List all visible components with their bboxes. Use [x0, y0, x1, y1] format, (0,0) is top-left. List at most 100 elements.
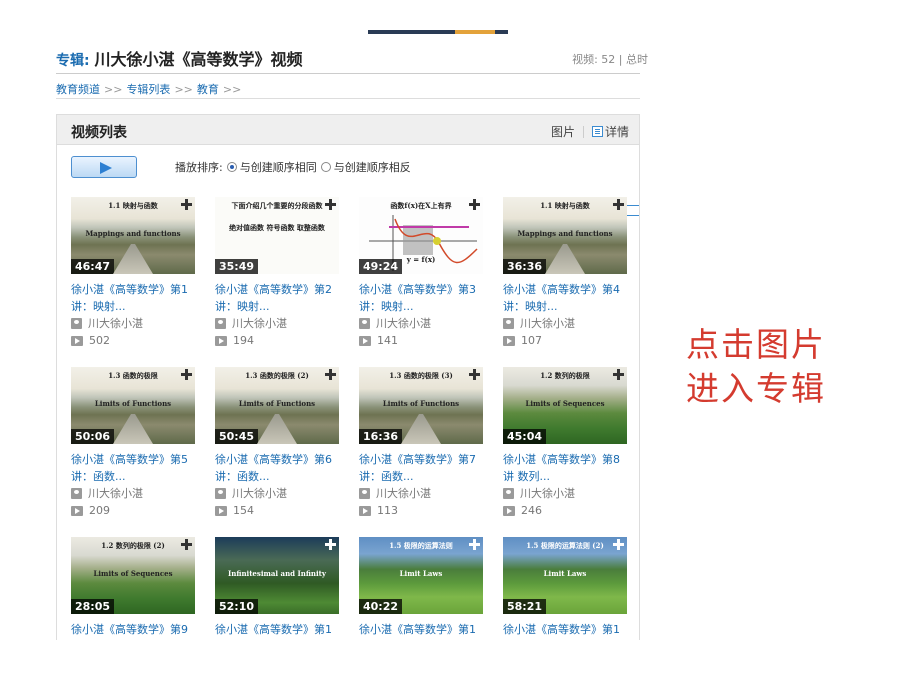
slide-title: 1.1 映射与函数: [108, 201, 158, 210]
slide-subtitle: Limits of Sequences: [525, 399, 605, 408]
video-author[interactable]: 川大徐小湛: [520, 315, 575, 332]
video-duration: 16:36: [359, 429, 403, 444]
add-to-playlist-icon[interactable]: [181, 369, 192, 380]
view-toggle: 图片 详情: [551, 123, 639, 216]
breadcrumb-separator: >>: [222, 83, 242, 96]
user-icon: [71, 318, 82, 329]
video-thumbnail[interactable]: 1.1 映射与函数 Mappings and functions 36:36: [503, 197, 627, 274]
video-thumbnail[interactable]: 1.1 映射与函数 Mappings and functions 46:47: [71, 197, 195, 274]
video-title-link[interactable]: 徐小湛《高等数学》第1: [503, 621, 627, 640]
breadcrumb-item-education-channel[interactable]: 教育频道: [56, 83, 100, 96]
slide-title: 下面介绍几个重要的分段函数: [231, 201, 323, 210]
slide-subtitle: Limits of Sequences: [93, 569, 173, 578]
add-to-playlist-icon[interactable]: [325, 369, 336, 380]
video-author[interactable]: 川大徐小湛: [88, 315, 143, 332]
video-title-link[interactable]: 徐小湛《高等数学》第7讲：函数...: [359, 451, 483, 485]
video-author[interactable]: 川大徐小湛: [232, 315, 287, 332]
video-thumbnail[interactable]: 函数f(x)在X上有界 y = f(x) 49:24: [359, 197, 483, 274]
video-title-link[interactable]: 徐小湛《高等数学》第1: [215, 621, 339, 640]
video-title-link[interactable]: 徐小湛《高等数学》第9: [71, 621, 195, 640]
video-thumbnail[interactable]: 下面介绍几个重要的分段函数 绝对值函数 符号函数 取整函数 35:49: [215, 197, 339, 274]
top-banner-accent: [455, 30, 495, 34]
add-to-playlist-icon[interactable]: [613, 539, 624, 550]
title-divider: [56, 73, 640, 74]
sort-same-label[interactable]: 与创建顺序相同: [240, 159, 317, 175]
video-title-link[interactable]: 徐小湛《高等数学》第2讲：映射...: [215, 281, 339, 315]
video-thumbnail[interactable]: 1.3 函数的极限 (2) Limits of Functions 50:45: [215, 367, 339, 444]
video-duration: 46:47: [71, 259, 115, 274]
video-duration: 45:04: [503, 429, 547, 444]
video-card: 1.1 映射与函数 Mappings and functions 36:36 徐小湛《…: [503, 197, 627, 349]
video-thumbnail[interactable]: 1.2 数列的极限 (2) Limits of Sequences 28:05: [71, 537, 195, 614]
sort-same-radio[interactable]: [226, 162, 237, 172]
add-to-playlist-icon[interactable]: [325, 199, 336, 210]
video-title-link[interactable]: 徐小湛《高等数学》第6讲：函数...: [215, 451, 339, 485]
slide-title: 函数f(x)在X上有界: [390, 201, 452, 210]
video-author-row: 川大徐小湛: [71, 485, 195, 502]
slide-subtitle: Limit Laws: [399, 569, 443, 578]
view-image-button[interactable]: 图片: [551, 123, 639, 216]
video-thumbnail[interactable]: 1.5 极限的运算法则 Limit Laws 40:22: [359, 537, 483, 614]
add-to-playlist-icon[interactable]: [325, 539, 336, 550]
video-author[interactable]: 川大徐小湛: [376, 485, 431, 502]
video-card: 1.1 映射与函数 Mappings and functions 46:47 徐小湛《…: [71, 197, 195, 349]
add-to-playlist-icon[interactable]: [181, 539, 192, 550]
breadcrumb-item-album-list[interactable]: 专辑列表: [126, 83, 170, 96]
add-to-playlist-icon[interactable]: [469, 199, 480, 210]
video-title-link[interactable]: 徐小湛《高等数学》第8讲 数列...: [503, 451, 627, 485]
video-thumbnail[interactable]: Infinitesimal and Infinity 52:10: [215, 537, 339, 614]
video-author[interactable]: 川大徐小湛: [376, 315, 431, 332]
video-title-link[interactable]: 徐小湛《高等数学》第1讲：映射...: [71, 281, 195, 315]
video-plays: 141: [377, 334, 398, 347]
view-detail-button[interactable]: 详情: [591, 123, 629, 140]
slide-title: 1.3 函数的极限: [108, 371, 158, 380]
video-plays-row: 209: [71, 502, 195, 519]
breadcrumb-divider: [56, 98, 640, 99]
slide-title: 1.5 极限的运算法则 (2): [526, 541, 604, 550]
video-plays: 502: [89, 334, 110, 347]
play-all-button[interactable]: [71, 156, 137, 178]
add-to-playlist-icon[interactable]: [469, 369, 480, 380]
slide-title: 1.2 数列的极限 (2): [101, 541, 165, 550]
video-title-link[interactable]: 徐小湛《高等数学》第3讲：映射...: [359, 281, 483, 315]
video-thumbnail[interactable]: 1.3 函数的极限 (3) Limits of Functions 16:36: [359, 367, 483, 444]
video-card: 下面介绍几个重要的分段函数 绝对值函数 符号函数 取整函数 35:49 徐小湛《高等数…: [215, 197, 339, 349]
video-author[interactable]: 川大徐小湛: [232, 485, 287, 502]
video-title-link[interactable]: 徐小湛《高等数学》第4讲：映射...: [503, 281, 627, 315]
video-author[interactable]: 川大徐小湛: [88, 485, 143, 502]
sort-reverse-label[interactable]: 与创建顺序相反: [334, 159, 411, 175]
video-title-link[interactable]: 徐小湛《高等数学》第5讲：函数...: [71, 451, 195, 485]
video-duration: 50:45: [215, 429, 259, 444]
video-plays-row: 113: [359, 502, 483, 519]
video-card: 1.5 极限的运算法则 Limit Laws 40:22 徐小湛《高等数学》第1: [359, 537, 483, 640]
video-duration: 49:24: [359, 259, 403, 274]
video-plays: 107: [521, 334, 542, 347]
video-plays: 209: [89, 504, 110, 517]
album-prefix[interactable]: 专辑: [56, 53, 84, 69]
video-author[interactable]: 川大徐小湛: [520, 485, 575, 502]
slide-title: 1.3 函数的极限 (3): [389, 371, 453, 380]
list-view-icon: [591, 126, 603, 137]
video-thumbnail[interactable]: 1.3 函数的极限 Limits of Functions 50:06: [71, 367, 195, 444]
video-thumbnail[interactable]: 1.5 极限的运算法则 (2) Limit Laws 58:21: [503, 537, 627, 614]
video-duration: 28:05: [71, 599, 115, 614]
add-to-playlist-icon[interactable]: [469, 539, 480, 550]
play-count-icon: [215, 335, 227, 346]
video-list-panel: 视频列表 图片 详情 播放排序: 与创建顺序相同 与创建顺序相反 1.1 映射与…: [56, 114, 640, 640]
user-icon: [503, 488, 514, 499]
sort-reverse-radio[interactable]: [320, 162, 331, 172]
video-author-row: 川大徐小湛: [359, 315, 483, 332]
video-plays: 246: [521, 504, 542, 517]
video-title-link[interactable]: 徐小湛《高等数学》第1: [359, 621, 483, 640]
video-duration: 35:49: [215, 259, 259, 274]
video-plays: 194: [233, 334, 254, 347]
slide-title: 1.3 函数的极限 (2): [245, 371, 309, 380]
slide-subtitle: Mappings and functions: [517, 229, 613, 238]
add-to-playlist-icon[interactable]: [613, 199, 624, 210]
breadcrumb-item-education[interactable]: 教育: [197, 83, 219, 96]
slide-subtitle: Limit Laws: [543, 569, 587, 578]
add-to-playlist-icon[interactable]: [613, 369, 624, 380]
album-colon: :: [84, 53, 95, 69]
add-to-playlist-icon[interactable]: [181, 199, 192, 210]
video-thumbnail[interactable]: 1.2 数列的极限 Limits of Sequences 45:04: [503, 367, 627, 444]
